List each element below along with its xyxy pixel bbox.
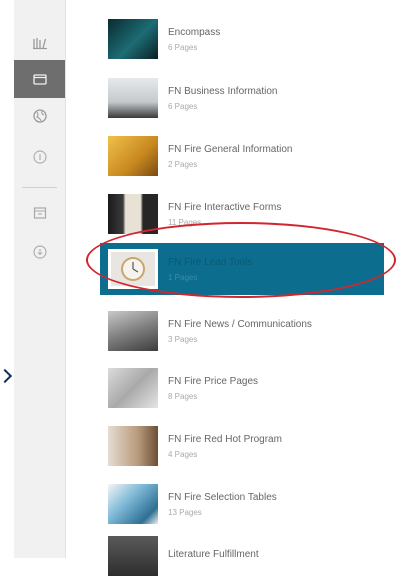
- book-title: FN Fire General Information: [168, 143, 293, 155]
- sidebar-item-globe[interactable]: [14, 97, 65, 135]
- book-item[interactable]: Literature Fulfillment: [100, 527, 396, 585]
- book-thumbnail: [108, 484, 158, 524]
- sidebar-divider: [22, 187, 57, 188]
- folder-icon: [32, 74, 47, 85]
- left-gutter: [0, 0, 14, 558]
- sidebar-item-library[interactable]: [14, 23, 65, 61]
- book-title: FN Fire Lead Tools: [168, 256, 253, 268]
- book-pages: 6 Pages: [168, 42, 198, 52]
- sidebar-item-info[interactable]: [14, 138, 65, 176]
- sidebar-item-download[interactable]: [14, 233, 65, 271]
- book-thumbnail: [108, 426, 158, 466]
- sidebar-item-folder[interactable]: [14, 60, 65, 98]
- book-thumbnail: [108, 78, 158, 118]
- book-pages: 4 Pages: [168, 449, 198, 459]
- book-title: FN Business Information: [168, 85, 278, 97]
- sidebar-rail: [14, 0, 66, 558]
- book-item[interactable]: FN Fire News / Communications 3 Pages: [100, 302, 396, 360]
- download-icon: [32, 245, 47, 259]
- book-thumbnail: [108, 368, 158, 408]
- book-item-selected[interactable]: FN Fire Lead Tools 1 Pages: [100, 243, 384, 295]
- book-item[interactable]: FN Fire Interactive Forms 11 Pages: [100, 185, 396, 243]
- book-pages: 2 Pages: [168, 159, 198, 169]
- book-pages: 13 Pages: [168, 507, 202, 517]
- book-pages: 3 Pages: [168, 334, 198, 344]
- book-item[interactable]: FN Fire General Information 2 Pages: [100, 127, 396, 185]
- book-thumbnail: [108, 249, 158, 289]
- book-thumbnail: [108, 136, 158, 176]
- book-title: FN Fire Red Hot Program: [168, 433, 282, 445]
- book-item[interactable]: Encompass 6 Pages: [100, 10, 396, 68]
- info-icon: [32, 150, 47, 164]
- book-title: Encompass: [168, 26, 221, 38]
- book-item[interactable]: FN Business Information 6 Pages: [100, 69, 396, 127]
- book-title: FN Fire Interactive Forms: [168, 201, 282, 213]
- book-pages: 1 Pages: [168, 272, 198, 282]
- book-list: Encompass 6 Pages FN Business Informatio…: [100, 0, 396, 576]
- book-thumbnail: [108, 311, 158, 351]
- book-item[interactable]: FN Fire Selection Tables 13 Pages: [100, 475, 396, 533]
- book-pages: 6 Pages: [168, 101, 198, 111]
- book-thumbnail: [108, 19, 158, 59]
- book-pages: 11 Pages: [168, 217, 202, 227]
- book-thumbnail: [108, 194, 158, 234]
- sidebar-item-inbox[interactable]: [14, 194, 65, 232]
- inbox-icon: [33, 207, 46, 219]
- globe-icon: [32, 109, 47, 123]
- book-pages: 8 Pages: [168, 391, 198, 401]
- clock-icon: [121, 257, 145, 281]
- book-title: Literature Fulfillment: [168, 549, 259, 560]
- book-title: FN Fire News / Communications: [168, 318, 312, 330]
- book-thumbnail: [108, 536, 158, 576]
- book-item[interactable]: FN Fire Price Pages 8 Pages: [100, 359, 396, 417]
- library-icon: [32, 38, 47, 50]
- book-title: FN Fire Price Pages: [168, 375, 259, 387]
- book-title: FN Fire Selection Tables: [168, 491, 277, 503]
- book-item[interactable]: FN Fire Red Hot Program 4 Pages: [100, 417, 396, 475]
